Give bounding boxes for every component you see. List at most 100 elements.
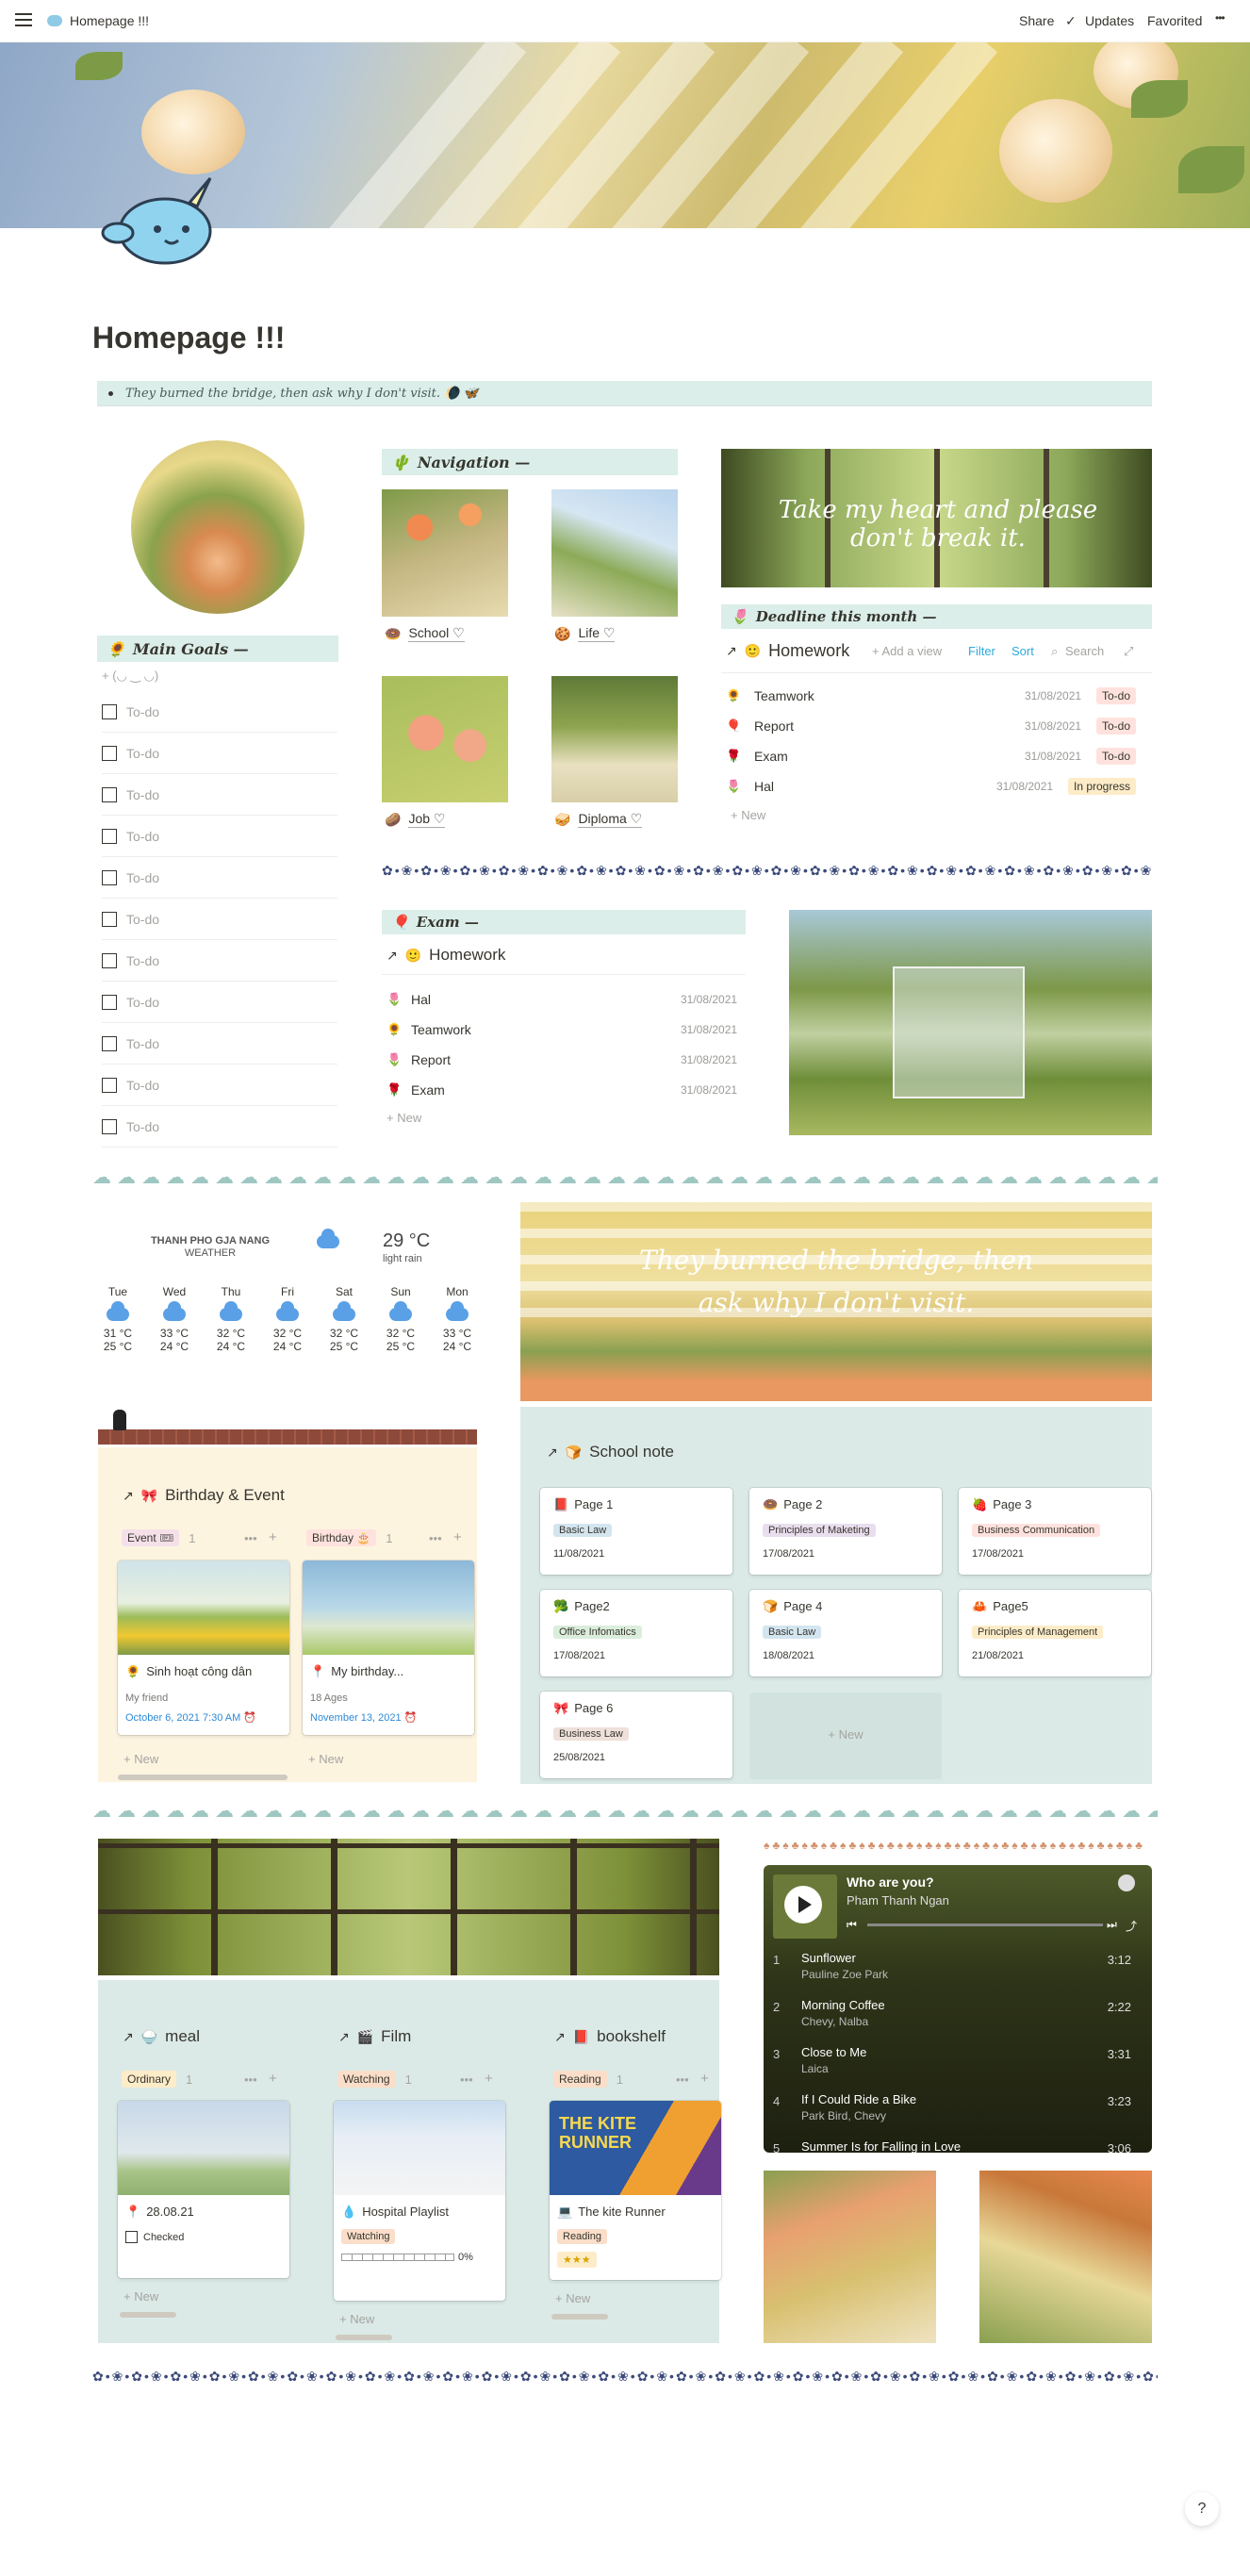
school-note-card[interactable]: 🍓 Page 3 Business Communication 17/08/2021 — [959, 1488, 1151, 1575]
school-photo[interactable] — [382, 489, 508, 617]
share-button[interactable]: Share — [1019, 13, 1054, 28]
prev-icon[interactable]: ⏮ — [847, 1918, 857, 1932]
table-row[interactable]: 🌹 Exam 31/08/2021 To-do — [726, 741, 1152, 771]
add-view-button[interactable]: + Add a view — [872, 644, 942, 658]
expand-icon[interactable]: ⤢ — [1124, 644, 1133, 659]
add-icon[interactable]: + — [269, 2071, 277, 2087]
more-icon[interactable]: ••• — [676, 2072, 689, 2087]
share-icon[interactable]: ⤴ — [1126, 1918, 1137, 1934]
board-card[interactable]: THE KITE RUNNER 💻 The kite Runner Reading ★★… — [550, 2101, 721, 2280]
scrollbar[interactable] — [120, 2312, 176, 2318]
checkbox[interactable] — [102, 952, 117, 968]
table-row[interactable]: 🌻 Teamwork 31/08/2021 — [387, 1015, 746, 1045]
birthday-db-title[interactable]: ↗ 🎀 Birthday & Event — [123, 1486, 285, 1505]
school-note-db-title[interactable]: ↗ 🍞 School note — [547, 1443, 674, 1461]
table-row[interactable]: 🎈 Report 31/08/2021 To-do — [726, 711, 1152, 741]
todo-label[interactable]: To-do — [126, 829, 159, 844]
todo-item[interactable]: To-do — [102, 774, 337, 816]
todo-item[interactable]: To-do — [102, 857, 337, 899]
more-options-icon[interactable]: ••• — [1215, 11, 1225, 25]
checkbox[interactable] — [102, 994, 117, 1010]
more-icon[interactable]: ••• — [429, 1531, 442, 1545]
add-icon[interactable]: + — [269, 1529, 277, 1545]
updates-button[interactable]: Updates — [1085, 13, 1134, 28]
checkbox[interactable] — [102, 1035, 117, 1051]
progress-bar[interactable] — [867, 1924, 1103, 1926]
nav-link-job[interactable]: 🥔 Job ♡ — [385, 811, 446, 828]
new-card-button[interactable]: + New — [123, 1752, 158, 1766]
add-icon[interactable]: + — [453, 1529, 462, 1545]
event-card[interactable]: 🌻 Sinh hoạt công dân My friend October 6, 2… — [118, 1560, 289, 1735]
nav-link-diploma[interactable]: 🥪 Diploma ♡ — [554, 811, 643, 828]
school-note-card[interactable]: 🥦 Page2 Office Infomatics 17/08/2021 — [540, 1590, 732, 1676]
todo-item[interactable]: To-do — [102, 940, 337, 982]
track-row[interactable]: 1 Sunflower Pauline Zoe Park 3:12 — [764, 1945, 1152, 1992]
add-todo-button[interactable]: + (◡ ‿ ◡) — [102, 669, 158, 684]
todo-item[interactable]: To-do — [102, 816, 337, 857]
life-photo[interactable] — [551, 489, 678, 617]
add-icon[interactable]: + — [485, 2071, 493, 2087]
checkbox[interactable] — [102, 1118, 117, 1134]
checkbox[interactable] — [102, 869, 117, 885]
todo-item[interactable]: To-do — [102, 982, 337, 1023]
search-button[interactable]: Search — [1065, 644, 1104, 658]
scrollbar[interactable] — [118, 1775, 288, 1780]
track-row[interactable]: 4 If I Could Ride a Bike Park Bird, Chevy 3… — [764, 2087, 1152, 2134]
new-row-button[interactable]: + New — [731, 808, 765, 822]
school-note-card[interactable]: 📕 Page 1 Basic Law 11/08/2021 — [540, 1488, 732, 1575]
checkbox[interactable] — [102, 828, 117, 844]
table-row[interactable]: 🌷 Hal 31/08/2021 In progress — [726, 771, 1152, 801]
new-card-button[interactable]: + New — [123, 2289, 158, 2304]
checkbox[interactable] — [102, 911, 117, 927]
track-row[interactable]: 3 Close to Me Laica 3:31 — [764, 2039, 1152, 2087]
more-icon[interactable]: ••• — [244, 2072, 257, 2087]
search-icon[interactable]: ⌕ — [1051, 644, 1058, 659]
new-card-button[interactable]: + New — [555, 2291, 590, 2305]
event-card[interactable]: 📍 My birthday... 18 Ages November 13, 2021 … — [303, 1560, 474, 1735]
exam-db-title[interactable]: ↗ 🙂 Homework — [387, 946, 505, 965]
todo-item[interactable]: To-do — [102, 733, 337, 774]
school-note-card[interactable]: 🍞 Page 4 Basic Law 18/08/2021 — [749, 1590, 942, 1676]
table-row[interactable]: 🌷 Report 31/08/2021 — [387, 1045, 746, 1075]
checkbox[interactable] — [102, 786, 117, 802]
board-card[interactable]: 📍 28.08.21 Checked — [118, 2101, 289, 2278]
spotify-icon[interactable] — [1118, 1874, 1135, 1891]
todo-item[interactable]: To-do — [102, 899, 337, 940]
new-card-button[interactable]: + New — [339, 2312, 374, 2326]
group-tag[interactable]: Reading — [553, 2071, 607, 2088]
help-button[interactable]: ? — [1185, 2492, 1219, 2526]
todo-label[interactable]: To-do — [126, 787, 159, 802]
todo-label[interactable]: To-do — [126, 995, 159, 1010]
table-row[interactable]: 🌻 Teamwork 31/08/2021 To-do — [726, 681, 1152, 711]
todo-label[interactable]: To-do — [126, 704, 159, 719]
nav-link-school[interactable]: 🍩 School ♡ — [385, 625, 465, 642]
board-title[interactable]: ↗ 📕 bookshelf — [554, 2027, 666, 2046]
more-icon[interactable]: ••• — [244, 1531, 257, 1545]
todo-item[interactable]: To-do — [102, 1023, 337, 1065]
filter-button[interactable]: Filter — [968, 644, 995, 658]
todo-label[interactable]: To-do — [126, 912, 159, 927]
next-icon[interactable]: ⏭ — [1107, 1918, 1117, 1932]
school-note-card[interactable]: 🎀 Page 6 Business Law 25/08/2021 — [540, 1692, 732, 1778]
sidebar-toggle-icon[interactable] — [15, 13, 32, 26]
track-row[interactable]: 2 Morning Coffee Chevy, Nalba 2:22 — [764, 1992, 1152, 2039]
nav-link-life[interactable]: 🍪 Life ♡ — [554, 625, 616, 642]
new-row-button[interactable]: + New — [387, 1111, 421, 1125]
breadcrumb[interactable]: Homepage !!! — [47, 13, 149, 28]
more-icon[interactable]: ••• — [460, 2072, 473, 2087]
checkbox[interactable] — [102, 703, 117, 719]
scrollbar[interactable] — [336, 2335, 392, 2340]
add-icon[interactable]: + — [700, 2071, 709, 2087]
scrollbar[interactable] — [551, 2314, 608, 2320]
todo-item[interactable]: To-do — [102, 1065, 337, 1106]
board-card[interactable]: 💧 Hospital Playlist Watching 0% — [334, 2101, 505, 2301]
homework-db-title[interactable]: ↗ 🙂 Homework — [726, 641, 849, 661]
group-tag[interactable]: Watching — [337, 2071, 396, 2088]
track-row[interactable]: 5 Summer Is for Falling in Love 3:06 — [764, 2134, 1152, 2153]
play-button[interactable] — [784, 1886, 822, 1924]
checkbox[interactable] — [102, 745, 117, 761]
checkbox[interactable] — [125, 2231, 138, 2243]
todo-label[interactable]: To-do — [126, 870, 159, 885]
todo-label[interactable]: To-do — [126, 1078, 159, 1093]
favorited-button[interactable]: Favorited — [1147, 13, 1202, 28]
